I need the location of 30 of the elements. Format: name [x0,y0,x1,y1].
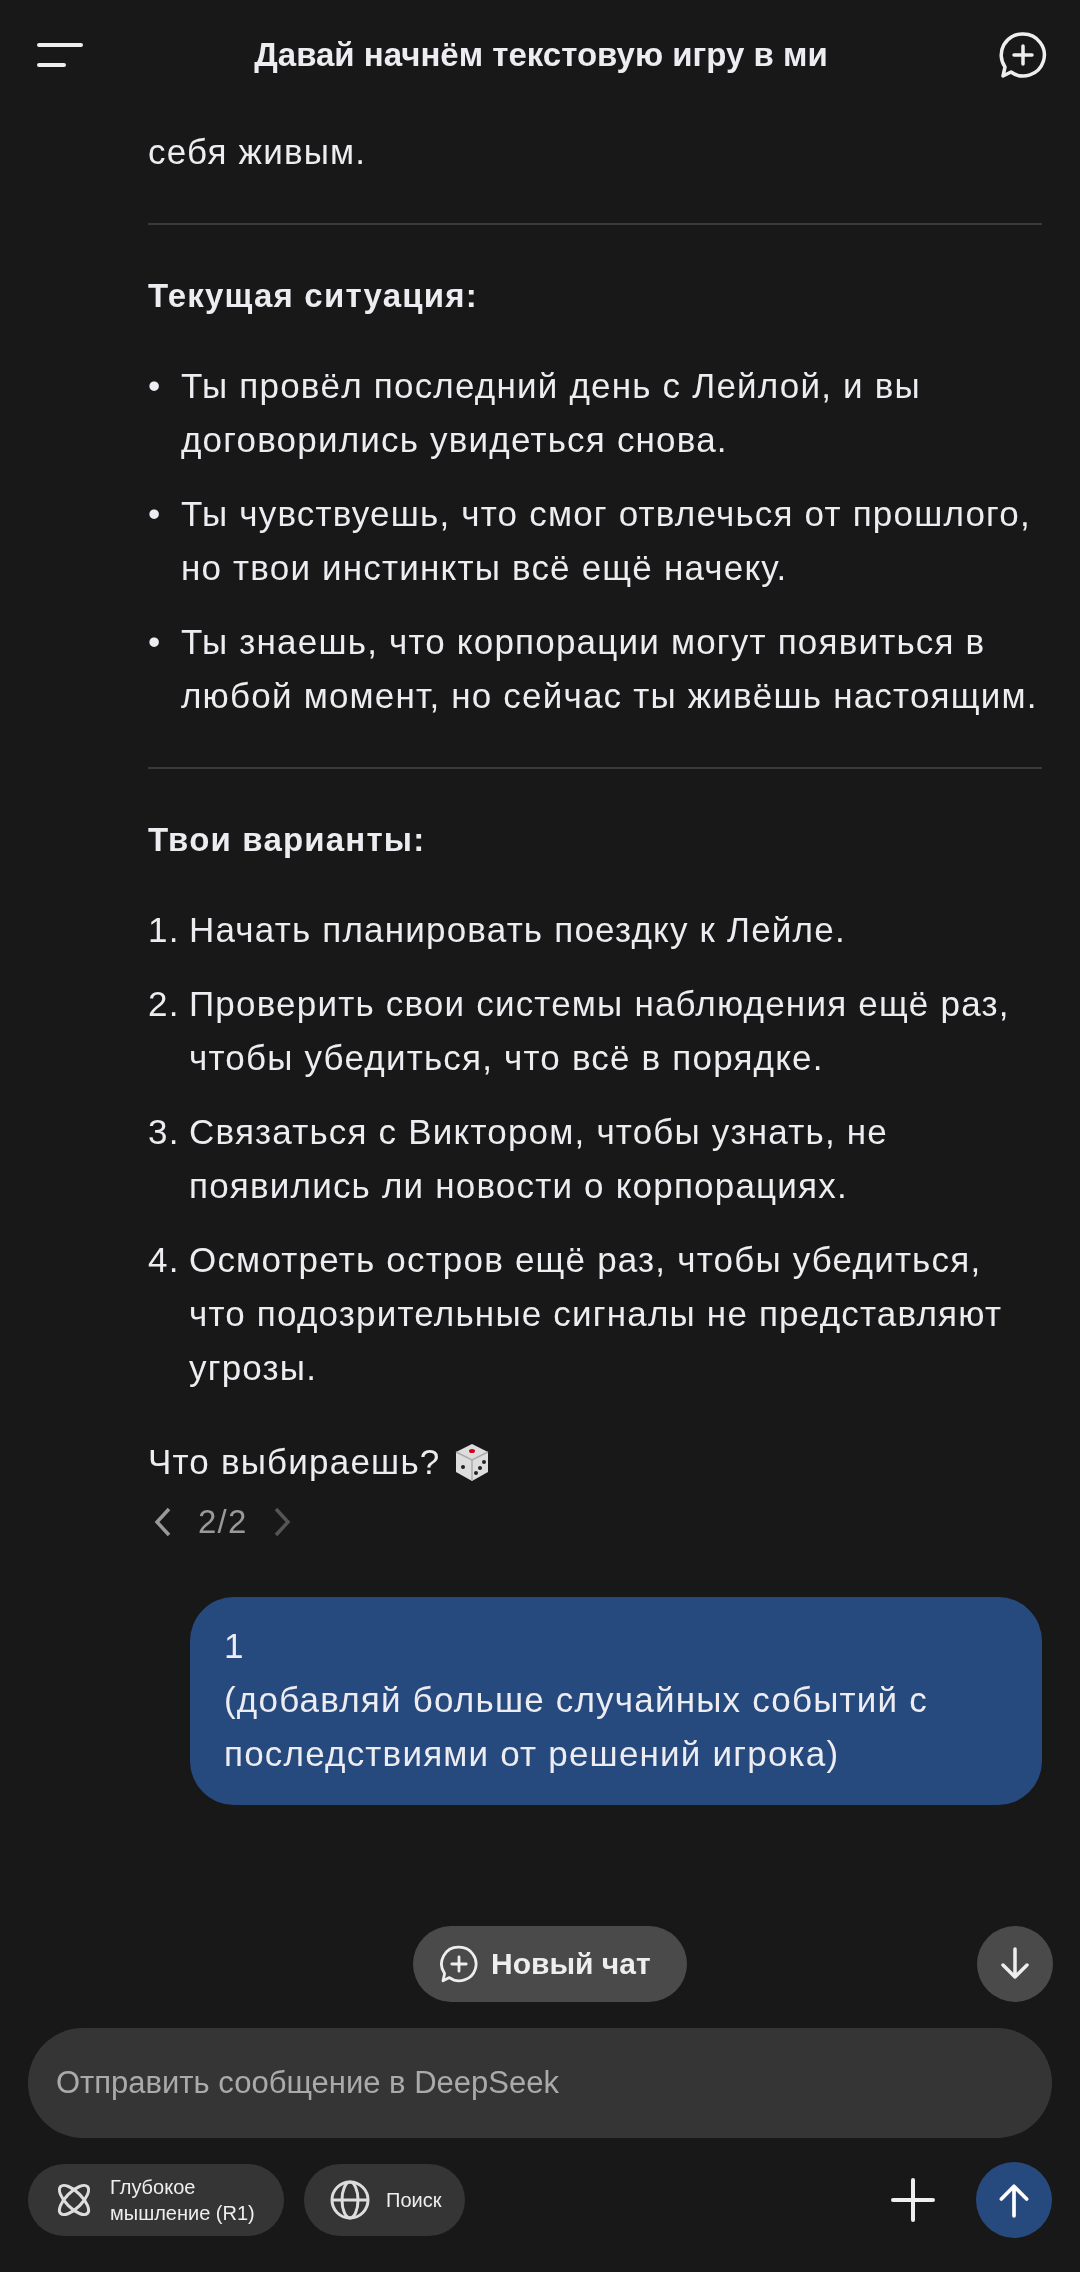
message-text: Что выбираешь? [148,1441,441,1483]
message-input[interactable]: Отправить сообщение в DeepSeek [28,2028,1052,2138]
add-icon[interactable] [890,2177,936,2223]
toggle-button[interactable]: Поиск [304,2164,466,2236]
list-item-text: Осмотреть остров ещё раз, чтобы убедиться, что подозрительные сигналы не представляют угрозы. [189,1239,1004,1389]
page-counter: 2/2 [198,1503,248,1541]
list-marker: • [148,365,163,407]
globe-icon [328,2178,372,2222]
list-marker: 3. [148,1111,181,1153]
list-marker: 1. [148,909,181,951]
user-message: 1 (добавляй больше случайных событий с последствиями от решений игрока) [190,1597,1042,1805]
section-heading: Твои варианты: [148,820,427,860]
new-chat-icon[interactable] [998,30,1048,80]
section-heading: Текущая ситуация: [148,276,479,316]
chat-title: Давай начнём текстовую игру в ми [253,36,829,74]
message-text: себя живым. [148,131,368,173]
list-item-text: Проверить свои системы наблюдения ещё раз, чтобы убедиться, что всё в порядке. [189,983,1011,1079]
list-item-text: Ты чувствуешь, что смог отвлечься от прошлого, но твои инстинкты всё ещё начеку. [181,493,1032,589]
list-item-text: Связаться с Виктором, чтобы узнать, не появились ли новости о корпорациях. [189,1111,889,1207]
list-marker: 4. [148,1239,181,1281]
list-item-text: Ты знаешь, что корпорации могут появиться в любой момент, но сейчас ты живёшь настоящим. [181,621,1039,717]
new-chat-icon [439,1944,479,1984]
list-item-text: Ты провёл последний день с Лейлой, и вы договорились увидеться снова. [181,365,922,461]
toggle-button[interactable]: Глубокое мышление (R1) [28,2164,284,2236]
menu-icon[interactable] [36,42,84,68]
list-marker: 2. [148,983,181,1025]
list-item-text: Начать планировать поездку к Лейле. [189,909,846,951]
list-marker: • [148,493,163,535]
list-marker: • [148,621,163,663]
new-chat-button[interactable]: Новый чат [413,1926,687,2002]
